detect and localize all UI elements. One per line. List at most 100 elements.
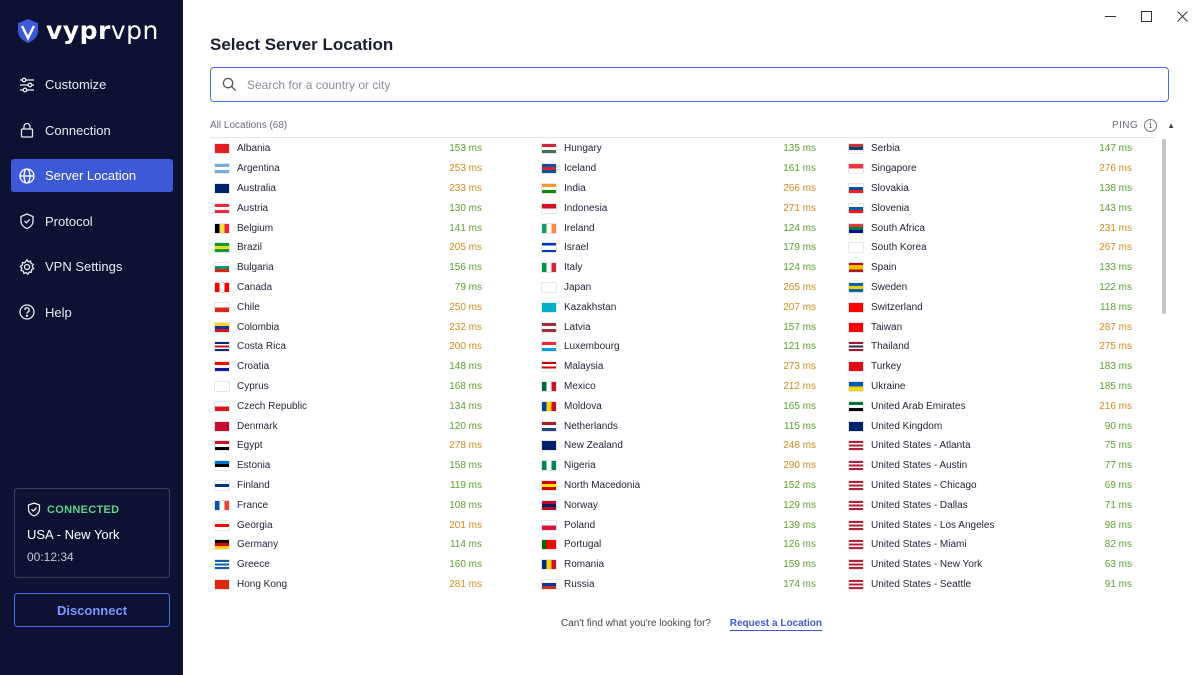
location-row[interactable]: United States - Dallas 71 ms <box>844 495 1132 515</box>
location-row[interactable]: United States - Los Angeles 98 ms <box>844 515 1132 535</box>
location-row[interactable]: Mexico 212 ms <box>537 377 816 397</box>
location-name: Slovenia <box>871 202 910 214</box>
ping-value: 152 ms <box>783 479 816 491</box>
location-name: Israel <box>564 242 589 254</box>
ping-value: 267 ms <box>1099 242 1132 254</box>
location-name: United Kingdom <box>871 420 943 432</box>
scrollbar-thumb[interactable] <box>1162 139 1166 314</box>
search-input[interactable] <box>247 77 1147 92</box>
location-row[interactable]: Egypt 278 ms <box>210 436 482 456</box>
location-row[interactable]: North Macedonia 152 ms <box>537 476 816 496</box>
sidebar-item-protocol[interactable]: Protocol <box>11 205 173 238</box>
location-row[interactable]: Slovakia 138 ms <box>844 179 1132 199</box>
search-box[interactable] <box>210 67 1169 102</box>
location-row[interactable]: South Korea 267 ms <box>844 238 1132 258</box>
location-row[interactable]: Turkey 183 ms <box>844 357 1132 377</box>
scrollbar[interactable] <box>1161 139 1167 593</box>
location-row[interactable]: South Africa 231 ms <box>844 218 1132 238</box>
location-row[interactable]: Chile 250 ms <box>210 297 482 317</box>
location-row[interactable]: United States - New York 63 ms <box>844 555 1132 575</box>
location-row[interactable]: Iceland 161 ms <box>537 159 816 179</box>
sidebar-item-customize[interactable]: Customize <box>11 68 173 101</box>
location-row[interactable]: United States - Miami 82 ms <box>844 535 1132 555</box>
location-row[interactable]: Estonia 158 ms <box>210 456 482 476</box>
location-row[interactable]: Moldova 165 ms <box>537 396 816 416</box>
sidebar-item-vpn-settings[interactable]: VPN Settings <box>11 250 173 283</box>
location-row[interactable]: Romania 159 ms <box>537 555 816 575</box>
location-row[interactable]: United States - Seattle 91 ms <box>844 575 1132 593</box>
flag-icon <box>542 342 556 352</box>
location-row[interactable]: Denmark 120 ms <box>210 416 482 436</box>
info-icon[interactable]: i <box>1144 119 1158 132</box>
location-row[interactable]: Canada 79 ms <box>210 278 482 298</box>
sidebar-item-connection[interactable]: Connection <box>11 114 173 147</box>
location-row[interactable]: Netherlands 115 ms <box>537 416 816 436</box>
location-row[interactable]: New Zealand 248 ms <box>537 436 816 456</box>
location-row[interactable]: India 266 ms <box>537 179 816 199</box>
flag-icon <box>849 144 863 154</box>
location-row[interactable]: Switzerland 118 ms <box>844 297 1132 317</box>
location-row[interactable]: Nigeria 290 ms <box>537 456 816 476</box>
location-row[interactable]: United Kingdom 90 ms <box>844 416 1132 436</box>
location-row[interactable]: Austria 130 ms <box>210 198 482 218</box>
location-row[interactable]: Bulgaria 156 ms <box>210 258 482 278</box>
location-row[interactable]: Japan 265 ms <box>537 278 816 298</box>
close-button[interactable] <box>1164 0 1200 32</box>
location-row[interactable]: Indonesia 271 ms <box>537 198 816 218</box>
location-row[interactable]: Albania 153 ms <box>210 139 482 159</box>
location-row[interactable]: Ireland 124 ms <box>537 218 816 238</box>
location-row[interactable]: Luxembourg 121 ms <box>537 337 816 357</box>
location-row[interactable]: Czech Republic 134 ms <box>210 396 482 416</box>
location-row[interactable]: Taiwan 287 ms <box>844 317 1132 337</box>
location-row[interactable]: Serbia 147 ms <box>844 139 1132 159</box>
location-row[interactable]: Ukraine 185 ms <box>844 377 1132 397</box>
location-row[interactable]: Brazil 205 ms <box>210 238 482 258</box>
sidebar-item-help[interactable]: Help <box>11 296 173 329</box>
disconnect-button[interactable]: Disconnect <box>14 593 170 627</box>
location-row[interactable]: Australia 233 ms <box>210 179 482 199</box>
location-row[interactable]: Spain 133 ms <box>844 258 1132 278</box>
ping-value: 201 ms <box>449 519 482 531</box>
location-row[interactable]: Belgium 141 ms <box>210 218 482 238</box>
location-name: Hong Kong <box>237 578 288 590</box>
sort-ascending-icon[interactable]: ▲ <box>1167 121 1175 130</box>
location-row[interactable]: Slovenia 143 ms <box>844 198 1132 218</box>
location-row[interactable]: Latvia 157 ms <box>537 317 816 337</box>
location-row[interactable]: Colombia 232 ms <box>210 317 482 337</box>
location-row[interactable]: United Arab Emirates 216 ms <box>844 396 1132 416</box>
location-row[interactable]: Portugal 126 ms <box>537 535 816 555</box>
location-row[interactable]: Argentina 253 ms <box>210 159 482 179</box>
location-row[interactable]: Singapore 276 ms <box>844 159 1132 179</box>
sidebar-item-server-location[interactable]: Server Location <box>11 159 173 193</box>
location-row[interactable]: Croatia 148 ms <box>210 357 482 377</box>
location-row[interactable]: France 108 ms <box>210 495 482 515</box>
location-row[interactable]: United States - Atlanta 75 ms <box>844 436 1132 456</box>
location-row[interactable]: Malaysia 273 ms <box>537 357 816 377</box>
location-row[interactable]: Sweden 122 ms <box>844 278 1132 298</box>
location-row[interactable]: United States - Chicago 69 ms <box>844 476 1132 496</box>
location-row[interactable]: Russia 174 ms <box>537 575 816 593</box>
flag-icon <box>215 302 229 312</box>
location-row[interactable]: Norway 129 ms <box>537 495 816 515</box>
flag-icon <box>215 441 229 451</box>
maximize-button[interactable] <box>1128 0 1164 32</box>
shield-logo-icon <box>18 18 38 43</box>
location-row[interactable]: Finland 119 ms <box>210 476 482 496</box>
location-row[interactable]: Cyprus 168 ms <box>210 377 482 397</box>
location-row[interactable]: Poland 139 ms <box>537 515 816 535</box>
location-row[interactable]: United States - Austin 77 ms <box>844 456 1132 476</box>
minimize-button[interactable] <box>1092 0 1128 32</box>
location-row[interactable]: Hungary 135 ms <box>537 139 816 159</box>
location-row[interactable]: Italy 124 ms <box>537 258 816 278</box>
ping-value: 130 ms <box>449 202 482 214</box>
location-row[interactable]: Costa Rica 200 ms <box>210 337 482 357</box>
location-row[interactable]: Thailand 275 ms <box>844 337 1132 357</box>
location-row[interactable]: Kazakhstan 207 ms <box>537 297 816 317</box>
request-location-link[interactable]: Request a Location <box>729 618 823 631</box>
location-row[interactable]: Hong Kong 281 ms <box>210 575 482 593</box>
location-row[interactable]: Georgia 201 ms <box>210 515 482 535</box>
location-row[interactable]: Israel 179 ms <box>537 238 816 258</box>
ping-sort-header[interactable]: PING i ▲ <box>1112 119 1175 132</box>
location-row[interactable]: Germany 114 ms <box>210 535 482 555</box>
location-row[interactable]: Greece 160 ms <box>210 555 482 575</box>
